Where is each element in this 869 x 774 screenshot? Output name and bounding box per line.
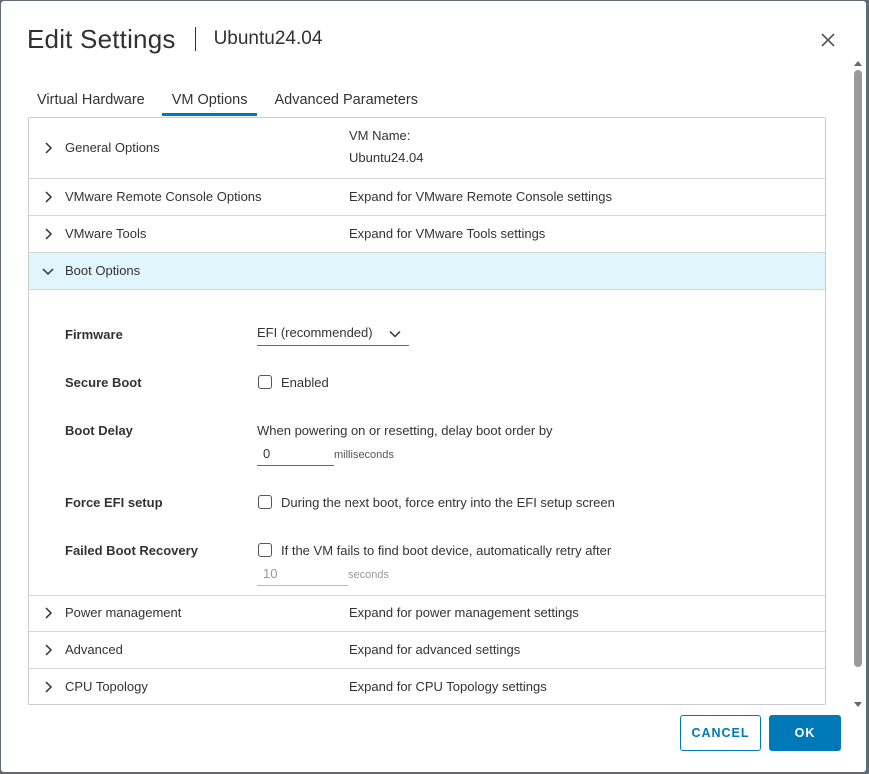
tab-bar: Virtual Hardware VM Options Advanced Par…: [27, 85, 435, 117]
ok-button[interactable]: OK: [769, 715, 841, 751]
failed-boot-recovery-checkbox[interactable]: [258, 543, 272, 557]
boot-delay-unit: milliseconds: [334, 449, 394, 461]
section-label: Advanced: [65, 642, 123, 657]
force-efi-label: Force EFI setup: [65, 495, 163, 510]
retry-delay-unit: seconds: [348, 569, 389, 581]
section-vmrc-options[interactable]: VMware Remote Console Options Expand for…: [29, 179, 825, 216]
chevron-right-icon: [45, 142, 53, 154]
firmware-select[interactable]: EFI (recommended): [257, 322, 409, 346]
section-power-management[interactable]: Power management Expand for power manage…: [29, 595, 825, 632]
vm-name-value: Ubuntu24.04: [349, 150, 424, 165]
force-efi-checkbox-label: During the next boot, force entry into t…: [281, 495, 615, 510]
tab-virtual-hardware[interactable]: Virtual Hardware: [27, 85, 155, 116]
section-value: Expand for VMware Remote Console setting…: [349, 189, 613, 204]
secure-boot-checkbox[interactable]: [258, 375, 272, 389]
section-general-options[interactable]: General Options VM Name: Ubuntu24.04: [29, 118, 825, 179]
vm-name-subtitle: Ubuntu24.04: [213, 28, 323, 49]
boot-delay-description: When powering on or resetting, delay boo…: [257, 423, 553, 438]
section-value: Expand for VMware Tools settings: [349, 226, 546, 241]
boot-delay-input[interactable]: [257, 442, 334, 466]
section-label: CPU Topology: [65, 679, 148, 694]
chevron-right-icon: [45, 607, 53, 619]
close-icon: [821, 33, 835, 47]
close-button[interactable]: [817, 29, 839, 51]
section-label: Power management: [65, 605, 182, 620]
section-advanced[interactable]: Advanced Expand for advanced settings: [29, 632, 825, 669]
section-cpu-topology[interactable]: CPU Topology Expand for CPU Topology set…: [29, 669, 825, 704]
scroll-down-arrow-icon[interactable]: [853, 701, 863, 709]
secure-boot-checkbox-label: Enabled: [281, 375, 329, 390]
section-value: Expand for power management settings: [349, 605, 579, 620]
section-label: Boot Options: [65, 263, 141, 278]
section-label: VMware Tools: [65, 226, 147, 241]
firmware-label: Firmware: [65, 327, 123, 342]
section-vmware-tools[interactable]: VMware Tools Expand for VMware Tools set…: [29, 216, 825, 253]
scroll-up-arrow-icon[interactable]: [853, 59, 863, 67]
secure-boot-label: Secure Boot: [65, 375, 142, 390]
chevron-right-icon: [45, 644, 53, 656]
chevron-right-icon: [45, 228, 53, 240]
failed-boot-recovery-checkbox-label: If the VM fails to find boot device, aut…: [281, 543, 612, 558]
tab-advanced-parameters[interactable]: Advanced Parameters: [264, 85, 427, 116]
boot-options-body: Firmware EFI (recommended) Secure Boot E…: [29, 290, 825, 596]
chevron-right-icon: [45, 191, 53, 203]
cancel-button[interactable]: CANCEL: [680, 715, 761, 751]
dialog-title: Edit Settings: [27, 23, 176, 54]
boot-delay-label: Boot Delay: [65, 423, 133, 438]
title-divider: [194, 27, 196, 51]
failed-boot-recovery-label: Failed Boot Recovery: [65, 543, 198, 558]
section-label: VMware Remote Console Options: [65, 189, 262, 204]
section-value: Expand for advanced settings: [349, 642, 521, 657]
force-efi-checkbox[interactable]: [258, 495, 272, 509]
chevron-down-icon: [42, 268, 54, 276]
vm-name-label: VM Name:: [349, 128, 411, 143]
chevron-right-icon: [45, 681, 53, 693]
firmware-selected-value: EFI (recommended): [257, 325, 373, 340]
section-boot-options[interactable]: Boot Options: [29, 253, 825, 290]
chevron-down-icon: [389, 330, 401, 338]
vm-options-panel: General Options VM Name: Ubuntu24.04 VMw…: [28, 117, 826, 705]
scrollbar[interactable]: [853, 59, 863, 709]
section-label: General Options: [65, 140, 160, 155]
retry-delay-input[interactable]: [257, 562, 348, 586]
section-value: Expand for CPU Topology settings: [349, 679, 547, 694]
scrollbar-thumb[interactable]: [854, 70, 862, 667]
edit-settings-dialog: Edit Settings Ubuntu24.04 Virtual Hardwa…: [1, 1, 866, 772]
dialog-header: Edit Settings Ubuntu24.04: [27, 23, 322, 55]
tab-vm-options[interactable]: VM Options: [161, 85, 258, 116]
